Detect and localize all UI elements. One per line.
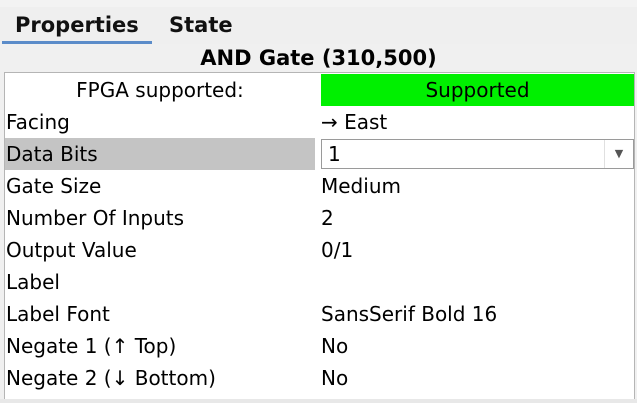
property-row-facing[interactable]: Facing → East — [5, 106, 634, 138]
data-bits-value: 1 — [328, 142, 341, 166]
property-key: Facing — [6, 110, 70, 134]
top-strip — [0, 0, 637, 7]
chevron-down-icon[interactable]: ▼ — [604, 140, 633, 168]
property-key: FPGA supported: — [76, 78, 244, 102]
property-row-label-font[interactable]: Label Font SansSerif Bold 16 — [5, 298, 634, 330]
property-key: Negate 2 (↓ Bottom) — [6, 366, 216, 390]
supported-badge: Supported — [321, 74, 634, 106]
property-key: Gate Size — [6, 174, 102, 198]
property-value[interactable]: SansSerif Bold 16 — [321, 298, 634, 330]
tab-bar: Properties State — [0, 7, 637, 44]
property-key: Negate 1 (↑ Top) — [6, 334, 177, 358]
property-row-negate-2[interactable]: Negate 2 (↓ Bottom) No — [5, 362, 634, 394]
bottom-edge — [0, 399, 637, 403]
property-row-negate-1[interactable]: Negate 1 (↑ Top) No — [5, 330, 634, 362]
component-title: AND Gate (310,500) — [0, 44, 637, 72]
tab-state[interactable]: State — [156, 7, 246, 44]
property-value[interactable]: No — [321, 330, 634, 362]
property-key: Data Bits — [5, 138, 315, 170]
properties-table: FPGA supported: Supported Facing → East … — [4, 72, 635, 403]
property-row-fpga: FPGA supported: Supported — [5, 74, 634, 106]
property-value[interactable]: No — [321, 362, 634, 394]
property-value[interactable]: 0/1 — [321, 234, 634, 266]
data-bits-select[interactable]: 1 ▼ — [321, 139, 634, 169]
property-row-label[interactable]: Label — [5, 266, 634, 298]
property-key: Label Font — [6, 302, 110, 326]
property-value[interactable]: → East — [321, 106, 634, 138]
tab-properties[interactable]: Properties — [2, 7, 152, 44]
property-row-output-value[interactable]: Output Value 0/1 — [5, 234, 634, 266]
property-key: Label — [6, 270, 60, 294]
property-value[interactable]: 2 — [321, 202, 634, 234]
property-key: Number Of Inputs — [6, 206, 185, 230]
property-row-gate-size[interactable]: Gate Size Medium — [5, 170, 634, 202]
property-value[interactable] — [321, 266, 634, 298]
property-value[interactable]: Medium — [321, 170, 634, 202]
property-row-data-bits[interactable]: Data Bits 1 ▼ — [5, 138, 634, 170]
property-key: Output Value — [6, 238, 137, 262]
property-row-number-of-inputs[interactable]: Number Of Inputs 2 — [5, 202, 634, 234]
